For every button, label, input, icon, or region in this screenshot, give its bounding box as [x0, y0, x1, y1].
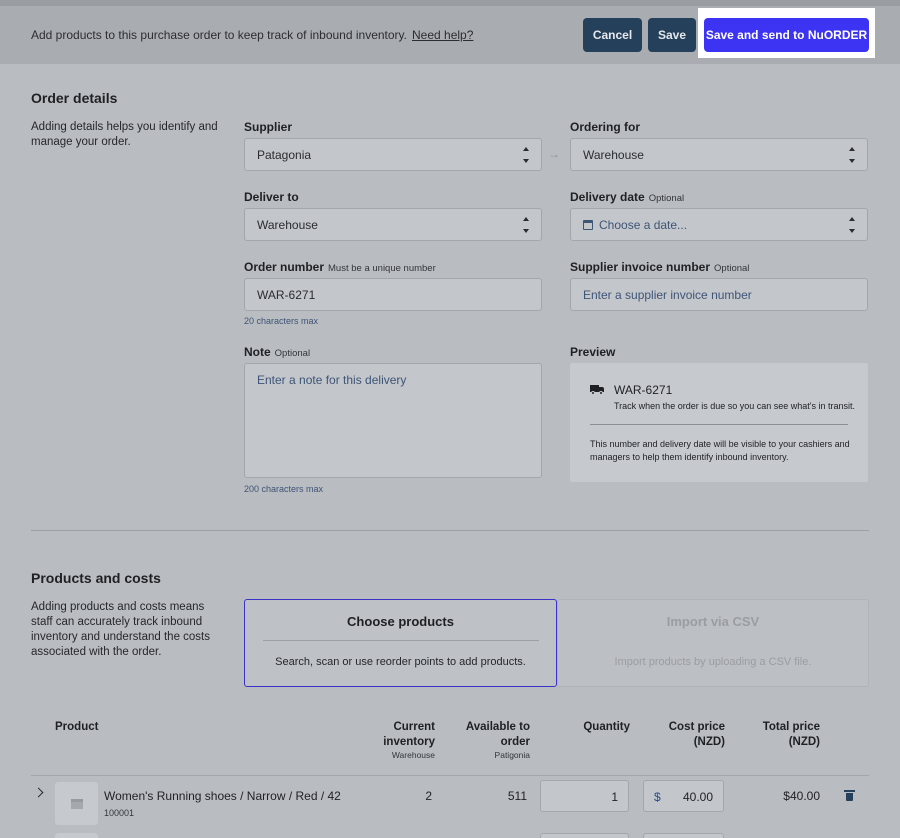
column-total-price: Total price (NZD) [762, 721, 820, 748]
order-number-value: WAR-6271 [257, 287, 316, 302]
truck-icon [590, 385, 604, 395]
preview-order-number: WAR-6271 [614, 383, 673, 397]
save-and-send-button[interactable]: Save and send to NuORDER [704, 18, 869, 52]
import-csv-description: Import products by uploading a CSV file. [614, 656, 812, 668]
column-available: Available to order Patigonia [465, 721, 530, 760]
header-message: Add products to this purchase order to k… [31, 28, 407, 42]
delivery-date-label: Delivery date Optional [570, 190, 685, 204]
deliver-to-select[interactable]: Warehouse [244, 208, 542, 241]
order-number-input[interactable]: WAR-6271 [244, 278, 542, 311]
choose-products-title: Choose products [347, 614, 454, 629]
column-quantity: Quantity [583, 721, 630, 733]
cancel-button[interactable]: Cancel [583, 18, 642, 52]
available-value: 511 [507, 789, 527, 803]
supplier-value: Patagonia [257, 147, 312, 162]
products-description: Adding products and costs means staff ca… [31, 601, 211, 658]
deliver-to-value: Warehouse [257, 217, 318, 232]
select-stepper-icon [523, 147, 531, 163]
trash-icon[interactable] [844, 790, 855, 801]
save-button[interactable]: Save [648, 18, 696, 52]
note-placeholder: Enter a note for this delivery [257, 373, 407, 387]
product-sku: 100001 [104, 808, 135, 818]
products-title: Products and costs [31, 570, 161, 586]
column-current-inventory: Current inventory Warehouse [383, 721, 435, 760]
note-label: Note Optional [244, 345, 311, 359]
image-placeholder-icon [71, 799, 83, 809]
supplier-invoice-placeholder: Enter a supplier invoice number [583, 287, 752, 302]
delivery-date-picker[interactable]: Choose a date... [570, 208, 868, 241]
import-csv-card[interactable]: Import via CSV Import products by upload… [557, 599, 869, 687]
arrow-right-icon: → [548, 147, 560, 161]
supplier-invoice-input[interactable]: Enter a supplier invoice number [570, 278, 868, 311]
choose-products-divider [263, 640, 539, 641]
order-details-title: Order details [31, 90, 118, 106]
note-hint: 200 characters max [244, 484, 324, 494]
need-help-link[interactable]: Need help? [412, 28, 473, 42]
next-row-quantity-input [540, 833, 629, 838]
ordering-for-select[interactable]: Warehouse [570, 138, 868, 171]
calendar-icon [583, 219, 593, 230]
preview-card: WAR-6271 Track when the order is due so … [570, 363, 868, 482]
table-header-divider [31, 775, 869, 776]
select-stepper-icon [523, 217, 531, 233]
total-price-value: $40.00 [783, 789, 820, 803]
next-row-cost-input [643, 833, 724, 838]
ordering-for-value: Warehouse [583, 147, 644, 162]
quantity-input[interactable]: 1 [540, 780, 629, 812]
quantity-value: 1 [611, 790, 618, 804]
preview-subtitle: Track when the order is due so you can s… [614, 401, 856, 411]
deliver-to-label: Deliver to [244, 190, 299, 204]
column-cost-price: Cost price (NZD) [668, 721, 725, 748]
section-divider [31, 530, 869, 531]
ordering-for-label: Ordering for [570, 120, 641, 134]
choose-products-card[interactable]: Choose products Search, scan or use reor… [244, 599, 557, 687]
current-inventory-value: 2 [425, 789, 432, 803]
order-number-label: Order number Must be a unique number [244, 260, 436, 274]
supplier-select[interactable]: Patagonia [244, 138, 542, 171]
chevron-right-icon[interactable] [33, 787, 44, 798]
order-details-description: Adding details helps you identify and ma… [31, 121, 218, 148]
supplier-invoice-label: Supplier invoice number Optional [570, 260, 750, 274]
choose-products-description: Search, scan or use reorder points to ad… [275, 656, 526, 668]
select-stepper-icon [849, 217, 857, 233]
delivery-date-placeholder: Choose a date... [599, 217, 688, 232]
preview-label: Preview [570, 345, 616, 359]
order-number-hint: 20 characters max [244, 316, 319, 326]
currency-symbol: $ [654, 790, 661, 804]
import-csv-title: Import via CSV [666, 614, 760, 629]
column-product: Product [55, 721, 99, 733]
supplier-label: Supplier [244, 120, 293, 134]
product-name: Women's Running shoes / Narrow / Red / 4… [104, 789, 341, 803]
select-stepper-icon [849, 147, 857, 163]
preview-divider [590, 424, 848, 425]
note-textarea[interactable]: Enter a note for this delivery [244, 363, 542, 478]
product-thumbnail [55, 782, 98, 825]
cost-price-value: 40.00 [682, 790, 713, 804]
cost-price-input[interactable]: $ 40.00 [643, 780, 724, 812]
next-row-thumbnail [55, 833, 98, 838]
preview-note: This number and delivery date will be vi… [590, 439, 850, 462]
